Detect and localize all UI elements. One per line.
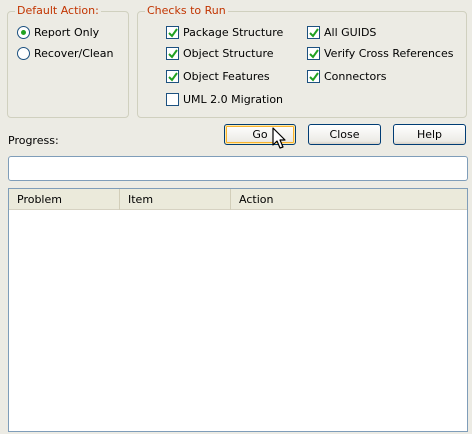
radio-report-only[interactable]: Report Only <box>17 24 99 40</box>
check-verify-cross-references[interactable]: Verify Cross References <box>307 45 453 61</box>
check-verify-cross-references-label: Verify Cross References <box>324 46 454 60</box>
results-list[interactable]: Problem Item Action <box>8 188 468 432</box>
check-mark-icon <box>309 48 319 59</box>
check-all-guids-box[interactable] <box>307 25 320 39</box>
check-package-structure[interactable]: Package Structure <box>166 24 283 40</box>
check-object-structure-box[interactable] <box>166 46 179 60</box>
column-header-item[interactable]: Item <box>120 189 231 210</box>
check-object-features-box[interactable] <box>166 69 179 83</box>
progress-bar <box>8 156 468 181</box>
check-package-structure-label: Package Structure <box>183 25 284 39</box>
default-action-title: Default Action: <box>15 4 101 18</box>
results-list-header: Problem Item Action <box>9 189 467 210</box>
check-object-features[interactable]: Object Features <box>166 68 270 84</box>
check-mark-icon <box>168 27 178 38</box>
check-uml-migration-box[interactable] <box>166 92 179 106</box>
check-all-guids-label: All GUIDS <box>324 25 377 39</box>
check-uml-migration-label: UML 2.0 Migration <box>183 92 284 106</box>
check-uml-migration[interactable]: UML 2.0 Migration <box>166 91 283 107</box>
close-button[interactable]: Close <box>308 124 381 145</box>
radio-recover-clean-indicator[interactable] <box>17 46 30 60</box>
check-object-structure[interactable]: Object Structure <box>166 45 274 61</box>
column-header-action[interactable]: Action <box>231 189 467 210</box>
column-header-problem[interactable]: Problem <box>9 189 120 210</box>
check-object-structure-label: Object Structure <box>183 46 274 60</box>
check-verify-cross-references-box[interactable] <box>307 46 320 60</box>
check-mark-icon <box>309 71 319 82</box>
progress-label: Progress: <box>8 134 59 147</box>
radio-report-only-label: Report Only <box>34 25 100 39</box>
check-mark-icon <box>309 27 319 38</box>
check-mark-icon <box>168 71 178 82</box>
check-mark-icon <box>168 48 178 59</box>
radio-report-only-indicator[interactable] <box>17 25 30 39</box>
check-all-guids[interactable]: All GUIDS <box>307 24 376 40</box>
checks-to-run-title: Checks to Run <box>145 4 228 18</box>
radio-recover-clean[interactable]: Recover/Clean <box>17 45 113 61</box>
check-package-structure-box[interactable] <box>166 25 179 39</box>
mouse-pointer-icon <box>272 127 286 149</box>
check-connectors-label: Connectors <box>324 69 387 83</box>
check-connectors[interactable]: Connectors <box>307 68 386 84</box>
help-button[interactable]: Help <box>393 124 466 145</box>
radio-recover-clean-label: Recover/Clean <box>34 46 114 60</box>
check-connectors-box[interactable] <box>307 69 320 83</box>
check-object-features-label: Object Features <box>183 69 270 83</box>
